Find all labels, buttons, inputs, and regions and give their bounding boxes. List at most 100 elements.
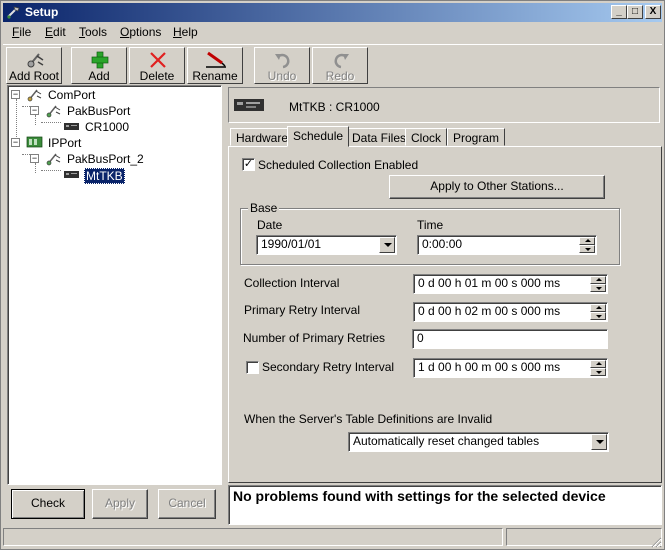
- comport-icon: [27, 89, 42, 102]
- table-defs-select[interactable]: Automatically reset changed tables: [348, 432, 609, 452]
- menu-help[interactable]: Help: [173, 25, 198, 39]
- tree-collapse-toggle[interactable]: −: [11, 138, 20, 147]
- tree-node-cr1000[interactable]: CR1000: [63, 119, 203, 135]
- tree-node-label: PakBusPort: [67, 104, 131, 118]
- menu-file-label: ile: [19, 25, 32, 39]
- time-field[interactable]: 0:00:00: [417, 235, 597, 255]
- tree-node-label: PakBusPort_2: [67, 152, 144, 166]
- maximize-button[interactable]: □: [627, 5, 643, 19]
- tab-program[interactable]: Program: [447, 128, 506, 146]
- primary-retry-spinner[interactable]: [590, 304, 606, 320]
- menu-tools[interactable]: Tools: [79, 25, 107, 39]
- status-segment-secondary: [506, 528, 662, 546]
- add-button[interactable]: Add: [71, 47, 127, 84]
- apply-button[interactable]: Apply: [92, 489, 148, 519]
- rename-icon: [206, 51, 226, 68]
- num-primary-retries-value: 0: [417, 331, 424, 345]
- base-legend: Base: [248, 201, 280, 215]
- pakbusport-icon: [46, 105, 61, 118]
- menu-help-accel: H: [173, 25, 182, 39]
- ipport-icon: [26, 136, 43, 148]
- undo-icon: [275, 53, 290, 69]
- tab-clock[interactable]: Clock: [405, 128, 448, 146]
- primary-retry-value: 0 d 00 h 02 m 00 s 000 ms: [418, 304, 561, 318]
- apply-to-other-stations-button[interactable]: Apply to Other Stations...: [389, 175, 605, 199]
- primary-retry-label: Primary Retry Interval: [244, 303, 361, 317]
- num-primary-retries-label: Number of Primary Retries: [243, 331, 386, 345]
- spin-up-button[interactable]: [590, 304, 606, 312]
- tree-node-ipport[interactable]: − IPPort: [11, 135, 211, 151]
- spin-down-button[interactable]: [579, 245, 595, 253]
- datalogger-icon: [234, 99, 264, 111]
- primary-retry-field[interactable]: 0 d 00 h 02 m 00 s 000 ms: [413, 302, 608, 322]
- tab-hardware[interactable]: Hardware: [230, 128, 295, 146]
- status-bar: [3, 528, 662, 548]
- cancel-button[interactable]: Cancel: [158, 489, 216, 519]
- delete-label: Delete: [139, 69, 175, 83]
- tree-node-pakbusport-2[interactable]: − PakBusPort_2: [30, 151, 210, 167]
- date-dropdown-button[interactable]: [379, 237, 395, 253]
- tree-connector: [22, 106, 30, 107]
- add-label: Add: [88, 69, 110, 83]
- tree-node-label: IPPort: [48, 136, 82, 150]
- secondary-retry-spinner[interactable]: [590, 360, 606, 376]
- spin-down-button[interactable]: [590, 284, 606, 292]
- spin-down-button[interactable]: [590, 312, 606, 320]
- scheduled-collection-checkbox[interactable]: ✓: [242, 158, 255, 171]
- tree-node-comport[interactable]: − ComPort: [11, 87, 211, 103]
- x-icon: [150, 52, 166, 68]
- spin-up-button[interactable]: [579, 237, 595, 245]
- time-label: Time: [417, 218, 444, 232]
- menu-options[interactable]: Options: [120, 25, 161, 39]
- menu-help-label: elp: [181, 25, 198, 39]
- tab-data-files[interactable]: Data Files: [346, 128, 413, 146]
- num-primary-retries-field[interactable]: 0: [412, 329, 608, 349]
- menu-options-accel: O: [120, 25, 130, 39]
- tree-node-label: CR1000: [85, 120, 130, 134]
- redo-button[interactable]: Redo: [312, 47, 368, 84]
- date-value: 1990/01/01: [261, 237, 322, 251]
- menu-edit[interactable]: Edit: [45, 25, 66, 39]
- panel-splitter[interactable]: [223, 85, 227, 525]
- table-defs-dropdown-button[interactable]: [591, 434, 607, 450]
- tree-collapse-toggle[interactable]: −: [11, 90, 20, 99]
- tree-node-mttkb[interactable]: MtTKB: [63, 167, 203, 184]
- time-spinner[interactable]: [579, 237, 595, 253]
- menu-tools-label: ools: [85, 25, 108, 39]
- minimize-button[interactable]: _: [611, 5, 627, 19]
- tree-connector: [22, 154, 30, 155]
- undo-button[interactable]: Undo: [254, 47, 310, 84]
- table-defs-value: Automatically reset changed tables: [353, 434, 540, 448]
- rename-button[interactable]: Rename: [187, 47, 243, 84]
- collection-interval-spinner[interactable]: [590, 276, 606, 292]
- spin-down-button[interactable]: [590, 368, 606, 376]
- menu-options-label: ptions: [129, 25, 162, 39]
- secondary-retry-field[interactable]: 1 d 00 h 00 m 00 s 000 ms: [413, 358, 608, 378]
- tree-node-label-selected: MtTKB: [84, 168, 125, 184]
- secondary-retry-checkbox[interactable]: [246, 361, 259, 374]
- secondary-retry-value: 1 d 00 h 00 m 00 s 000 ms: [418, 360, 561, 374]
- date-label: Date: [257, 218, 283, 232]
- collection-interval-field[interactable]: 0 d 00 h 01 m 00 s 000 ms: [413, 274, 608, 294]
- check-button[interactable]: Check: [11, 489, 85, 519]
- device-name: MtTKB : CR1000: [289, 100, 380, 114]
- date-picker[interactable]: 1990/01/01: [256, 235, 397, 255]
- add-root-icon: [27, 53, 44, 68]
- menu-file[interactable]: File: [12, 25, 31, 39]
- resize-grip-icon[interactable]: [650, 536, 662, 548]
- close-button[interactable]: X: [645, 5, 661, 19]
- tree-collapse-toggle[interactable]: −: [30, 106, 39, 115]
- datalogger-icon: [64, 171, 79, 178]
- undo-label: Undo: [267, 69, 297, 83]
- add-root-button[interactable]: Add Root: [6, 47, 62, 84]
- tab-schedule[interactable]: Schedule: [287, 126, 350, 147]
- delete-button[interactable]: Delete: [129, 47, 185, 84]
- title-bar[interactable]: Setup _ □ X: [3, 3, 662, 22]
- menu-edit-accel: E: [45, 25, 54, 39]
- tree-collapse-toggle[interactable]: −: [30, 154, 39, 163]
- spin-up-button[interactable]: [590, 360, 606, 368]
- spin-up-button[interactable]: [590, 276, 606, 284]
- table-defs-label: When the Server's Table Definitions are …: [244, 412, 493, 426]
- network-tree[interactable]: − ComPort − PakBusPort CR1000 − IPPort −…: [7, 85, 222, 485]
- tree-node-pakbusport[interactable]: − PakBusPort: [30, 103, 210, 119]
